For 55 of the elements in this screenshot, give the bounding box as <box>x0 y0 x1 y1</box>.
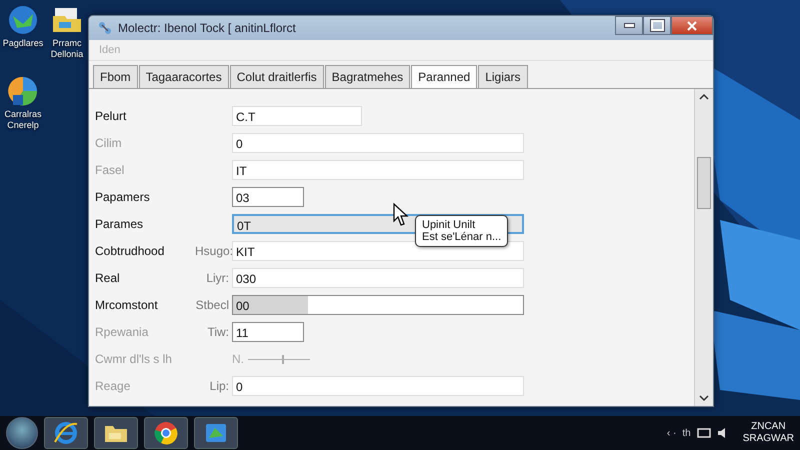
field-label: Cilim <box>95 136 123 150</box>
meter-value: 00 <box>235 298 250 315</box>
input-field[interactable]: 030 <box>232 268 524 288</box>
chrome-icon[interactable] <box>153 420 179 446</box>
close-button[interactable] <box>671 16 713 35</box>
minimize-button[interactable] <box>615 16 643 35</box>
slider-value: N. <box>232 352 244 366</box>
tray-text[interactable]: th <box>682 428 691 438</box>
input-field[interactable]: C.T <box>232 106 362 126</box>
field-label: Parames <box>95 217 144 231</box>
field-sublabel: Lip: <box>210 379 229 393</box>
field-sublabel: Liyr: <box>206 271 229 285</box>
globe-icon[interactable] <box>7 4 39 36</box>
field-label: Fasel <box>95 163 126 177</box>
molecule-icon <box>97 20 113 36</box>
scrollbar[interactable] <box>694 89 713 406</box>
field-label: Mrcomstont <box>95 298 159 312</box>
scroll-up-icon[interactable] <box>699 93 709 101</box>
field-label: Rpewania <box>95 325 150 339</box>
field-sublabel: Tiw: <box>207 325 229 339</box>
tooltip-text: Est se'Lénar n... <box>422 231 502 243</box>
desktop-icon-label[interactable]: Carralras Cnerelp <box>0 109 46 131</box>
tab[interactable]: Colut draitlerfis <box>230 65 324 88</box>
field-label: Reage <box>95 379 132 393</box>
input-field[interactable]: KIT <box>232 241 524 261</box>
field-sublabel: Stbecl <box>196 298 229 312</box>
maximize-button[interactable] <box>643 16 671 35</box>
start-button[interactable] <box>6 417 38 449</box>
field-label: Real <box>95 271 121 285</box>
close-icon[interactable] <box>687 20 697 30</box>
field-label: Pelurt <box>95 109 128 123</box>
field-label: Cwmr dl'ls s lh <box>95 352 173 366</box>
tab[interactable]: Fbom <box>93 65 138 88</box>
tab[interactable]: Bagratmehes <box>324 65 410 88</box>
scroll-down-icon[interactable] <box>699 394 709 402</box>
meter-field[interactable]: 00 <box>232 295 524 315</box>
network-icon[interactable] <box>696 427 711 439</box>
window-title: Molectr: Ibenol Tock [ anitinLflorct <box>118 21 297 35</box>
tab[interactable]: Paranned <box>411 65 478 88</box>
field-label: Papamers <box>95 190 151 204</box>
clock-text[interactable]: ZNCAN <box>751 421 786 433</box>
pie-chart-icon[interactable] <box>7 75 39 107</box>
tab[interactable]: Tagaaracortes <box>138 65 229 88</box>
field-sublabel: Hsugo: <box>195 244 234 258</box>
desktop-icon-label[interactable]: Prramc Dellonia <box>44 38 90 60</box>
cursor-icon <box>393 203 409 227</box>
scroll-thumb[interactable] <box>697 157 711 209</box>
input-field[interactable]: 03 <box>232 187 304 207</box>
desktop-icon-label[interactable]: Pagdlares <box>2 38 44 49</box>
tooltip-text: Upinit Unilt <box>422 219 476 231</box>
clock-text[interactable]: SRAGWAR <box>742 433 794 445</box>
field-label: Cobtrudhood <box>95 244 166 258</box>
tray-text[interactable]: ‹ · <box>666 428 676 438</box>
tab[interactable]: Ligiars <box>478 65 528 88</box>
browser-e-icon[interactable] <box>53 420 79 446</box>
